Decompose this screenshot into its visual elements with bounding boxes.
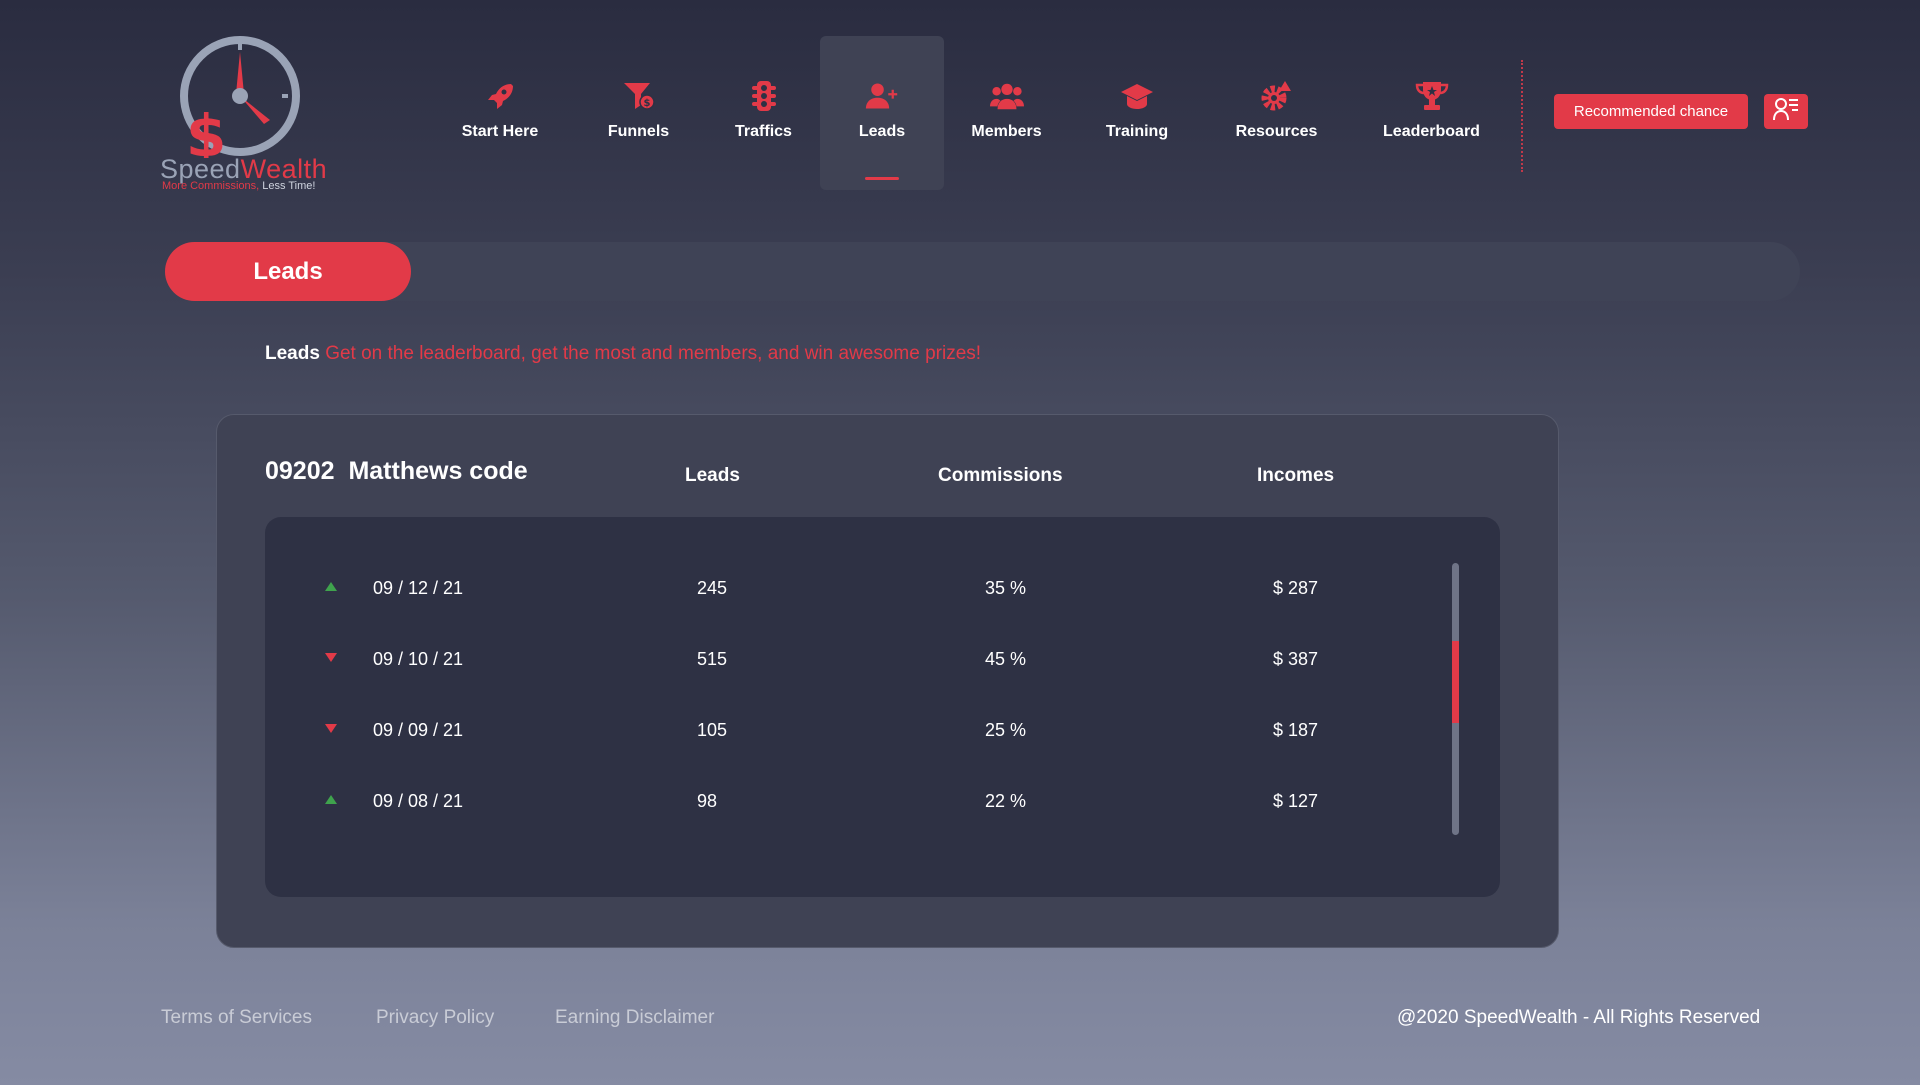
user-list-icon (1773, 97, 1799, 126)
nav-label: Traffics (735, 123, 792, 140)
row-incomes: $ 127 (1273, 791, 1319, 811)
nav-item-members[interactable]: Members (944, 36, 1069, 190)
card-title: 09202 Matthews code (265, 457, 528, 486)
column-header-incomes: Incomes (1257, 465, 1335, 486)
row-commissions: 22 % (985, 791, 1027, 811)
column-header-commissions: Commissions (938, 465, 1063, 486)
nav-item-funnels[interactable]: $ Funnels (570, 36, 707, 190)
brand-tagline: More Commissions, Less Time! (162, 180, 316, 192)
footer-link-terms[interactable]: Terms of Services (161, 1007, 312, 1029)
nav-label: Training (1105, 123, 1169, 140)
trend-down-icon (325, 724, 337, 733)
trend-down-icon (325, 653, 337, 662)
row-commissions: 45 % (985, 649, 1027, 669)
nav-item-training[interactable]: Training (1069, 36, 1205, 190)
gear-icon (1260, 79, 1294, 113)
nav-label: Leaderboard (1383, 123, 1480, 140)
copyright: @2020 SpeedWealth - All Rights Reserved (1397, 1007, 1761, 1028)
table-row: 09 / 08 / 21 98 22 % $ 127 (265, 787, 1500, 817)
row-commissions: 25 % (985, 720, 1027, 740)
trophy-icon (1415, 79, 1449, 113)
row-date: 09 / 10 / 21 (373, 649, 464, 669)
nav-item-traffics[interactable]: Traffics (707, 36, 820, 190)
subtitle-text: Get on the leaderboard, get the most and… (325, 343, 982, 364)
page-title: Leads (165, 242, 411, 301)
leads-card: 09202 Matthews code Leads Commissions In… (216, 414, 1559, 948)
code-number: 09202 (265, 457, 335, 485)
scrollbar-thumb[interactable] (1452, 641, 1459, 723)
row-leads: 245 (697, 578, 728, 598)
footer-link-earning-disclaimer[interactable]: Earning Disclaimer (555, 1007, 714, 1029)
nav-label: Resources (1235, 123, 1318, 140)
recommended-chance-button[interactable]: Recommended chance (1554, 94, 1748, 129)
funnel-dollar-icon: $ (622, 79, 656, 113)
nav-label: Members (971, 123, 1042, 140)
profile-button[interactable] (1764, 94, 1808, 129)
table-row: 09 / 10 / 21 515 45 % $ 387 (265, 645, 1500, 675)
page-subtitle: Leads Get on the leaderboard, get the mo… (265, 343, 981, 365)
table-row: 09 / 09 / 21 105 25 % $ 187 (265, 716, 1500, 746)
row-leads: 105 (697, 720, 728, 740)
nav-label: Leads (858, 123, 906, 140)
main-nav: Start Here $ Funnels Traffics Leads Memb… (430, 36, 1515, 190)
row-date: 09 / 12 / 21 (373, 578, 464, 598)
stopwatch-dollar-icon: $ (180, 36, 300, 158)
users-icon (989, 79, 1024, 113)
rocket-icon (483, 79, 517, 113)
row-incomes: $ 287 (1273, 578, 1319, 598)
nav-item-resources[interactable]: Resources (1205, 36, 1348, 190)
traffic-light-icon (747, 79, 781, 113)
nav-item-leads[interactable]: Leads (820, 36, 944, 190)
leads-table: 09 / 12 / 21 245 35 % $ 287 09 / 10 / 21… (265, 517, 1500, 897)
column-header-leads: Leads (685, 465, 740, 486)
graduation-cap-icon (1120, 79, 1154, 113)
svg-text:$: $ (643, 98, 650, 109)
trend-up-icon (325, 795, 337, 804)
header-divider (1521, 60, 1523, 172)
row-incomes: $ 187 (1273, 720, 1319, 740)
row-commissions: 35 % (985, 578, 1027, 598)
row-leads: 98 (697, 791, 718, 811)
nav-label: Start Here (461, 123, 539, 140)
brand-logo[interactable]: $ SpeedWealth More Commissions, Less Tim… (158, 34, 328, 194)
table-row: 09 / 12 / 21 245 35 % $ 287 (265, 574, 1500, 604)
footer-link-privacy[interactable]: Privacy Policy (376, 1007, 494, 1029)
nav-item-leaderboard[interactable]: Leaderboard (1348, 36, 1515, 190)
code-label: Matthews code (348, 457, 528, 485)
table-scrollbar[interactable] (1452, 563, 1459, 835)
row-date: 09 / 08 / 21 (373, 791, 464, 811)
user-plus-icon (865, 79, 899, 113)
row-incomes: $ 387 (1273, 649, 1319, 669)
trend-up-icon (325, 582, 337, 591)
svg-text:$: $ (186, 102, 226, 158)
row-date: 09 / 09 / 21 (373, 720, 464, 740)
row-leads: 515 (697, 649, 728, 669)
subtitle-strong: Leads (265, 343, 320, 364)
nav-item-start-here[interactable]: Start Here (430, 36, 570, 190)
nav-label: Funnels (607, 123, 670, 140)
